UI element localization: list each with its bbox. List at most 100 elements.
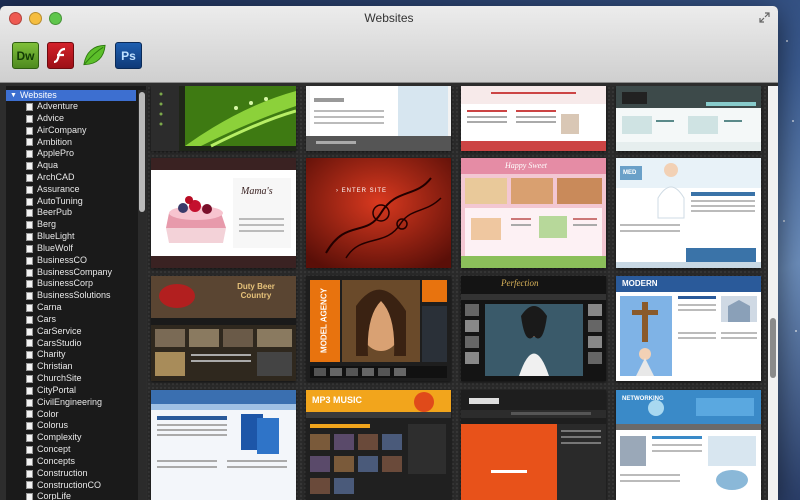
photoshop-button[interactable]: Ps xyxy=(115,42,142,69)
thumbnail-networking[interactable]: NETWORKING xyxy=(616,390,761,500)
sidebar-item-ambition[interactable]: Ambition xyxy=(6,136,136,148)
sidebar-item-label: Complexity xyxy=(37,432,82,443)
sidebar-item-label: CarsStudio xyxy=(37,337,82,348)
sidebar-item-christian[interactable]: Christian xyxy=(6,361,136,373)
file-icon xyxy=(26,173,33,182)
sidebar-item-advice[interactable]: Advice xyxy=(6,113,136,125)
sidebar-item-label: BusinessCO xyxy=(37,254,88,265)
content-scrollbar[interactable] xyxy=(768,86,778,500)
sidebar-item-bluewolf[interactable]: BlueWolf xyxy=(6,243,136,255)
sidebar-item-label: Advice xyxy=(37,112,65,123)
file-icon xyxy=(26,114,33,123)
disclosure-triangle-icon[interactable]: ▼ xyxy=(10,90,17,101)
sidebar-item-adventure[interactable]: Adventure xyxy=(6,101,136,113)
thumbnail-image xyxy=(461,390,606,500)
thumbnail-dark-perfection[interactable]: Perfection xyxy=(461,276,606,381)
sidebar-item-carna[interactable]: Carna xyxy=(6,302,136,314)
thumbnail-orange-dark[interactable] xyxy=(461,390,606,500)
sidebar-item-autotuning[interactable]: AutoTuning xyxy=(6,196,136,208)
thumbnail-duty-beer[interactable]: Duty Beer Country xyxy=(151,276,296,381)
thumbnail-model-agency[interactable]: MODEL AGENCY xyxy=(306,276,451,381)
sidebar-tree: ▼ Websites Adventure Advice AirCompany Ambi… xyxy=(6,90,136,500)
sidebar-item-businesscorp[interactable]: BusinessCorp xyxy=(6,278,136,290)
file-icon xyxy=(26,138,33,147)
file-icon xyxy=(26,280,33,289)
file-icon xyxy=(26,398,33,407)
sidebar-item-label: Concept xyxy=(37,444,71,455)
sidebar-item-cars[interactable]: Cars xyxy=(6,314,136,326)
sidebar-item-label: BusinessCompany xyxy=(37,266,113,277)
thumbnail-teal-corporate[interactable] xyxy=(616,86,761,151)
thumbnail-white-pink[interactable] xyxy=(461,86,606,151)
thumbnail-title-model: MODEL AGENCY xyxy=(319,288,329,353)
file-icon xyxy=(26,221,33,230)
sidebar-item-charity[interactable]: Charity xyxy=(6,349,136,361)
file-icon xyxy=(26,256,33,265)
sidebar-item-corplife[interactable]: CorpLife xyxy=(6,491,136,500)
sidebar-item-archcad[interactable]: ArchCAD xyxy=(6,172,136,184)
file-icon xyxy=(26,339,33,348)
sidebar-item-carservice[interactable]: CarService xyxy=(6,326,136,338)
file-icon xyxy=(26,445,33,454)
content-scroll-thumb[interactable] xyxy=(770,318,776,378)
file-icon xyxy=(26,374,33,383)
sidebar-item-businessco[interactable]: BusinessCO xyxy=(6,255,136,267)
sidebar-item-constructionco[interactable]: ConstructionCO xyxy=(6,480,136,492)
sidebar-item-label: ApplePro xyxy=(37,148,75,159)
sidebar-item-berg[interactable]: Berg xyxy=(6,219,136,231)
flash-button[interactable] xyxy=(47,42,74,69)
sidebar-item-carsstudio[interactable]: CarsStudio xyxy=(6,338,136,350)
file-icon xyxy=(26,315,33,324)
sidebar-item-aqua[interactable]: Aqua xyxy=(6,160,136,172)
thumbnail-medical-clinic[interactable]: MED xyxy=(616,158,761,268)
thumbnail-title-mp3: MP3 MUSIC xyxy=(312,395,363,405)
sidebar-item-construction[interactable]: Construction xyxy=(6,468,136,480)
thumbnail-nature-grass[interactable] xyxy=(151,86,296,151)
sidebar-item-label: Christian xyxy=(37,361,73,372)
sidebar-item-label: BlueWolf xyxy=(37,242,73,253)
thumbnail-image xyxy=(151,390,296,500)
thumbnail-bakery-shop[interactable]: Happy Sweet xyxy=(461,158,606,268)
sidebar-item-churchsite[interactable]: ChurchSite xyxy=(6,373,136,385)
file-icon xyxy=(26,150,33,159)
sidebar-item-label: Charity xyxy=(37,349,66,360)
thumbnail-gray-business[interactable] xyxy=(306,86,451,151)
sidebar-item-civilengineering[interactable]: CivilEngineering xyxy=(6,397,136,409)
file-icon xyxy=(26,233,33,242)
sidebar-item-concepts[interactable]: Concepts xyxy=(6,456,136,468)
dreamweaver-button[interactable]: Dw xyxy=(12,42,39,69)
sidebar-item-colorus[interactable]: Colorus xyxy=(6,420,136,432)
file-icon xyxy=(26,434,33,443)
leaf-app-button[interactable] xyxy=(82,42,107,67)
file-icon xyxy=(26,410,33,419)
sidebar-item-bluelight[interactable]: BlueLight xyxy=(6,231,136,243)
file-icon xyxy=(26,244,33,253)
sidebar-item-cityportal[interactable]: CityPortal xyxy=(6,385,136,397)
title-bar: Websites Dw Ps xyxy=(0,6,778,83)
sidebar-item-aircompany[interactable]: AirCompany xyxy=(6,125,136,137)
fullscreen-icon[interactable] xyxy=(759,12,770,23)
sidebar-item-label: CityPortal xyxy=(37,384,77,395)
thumbnail-title-mama: Mama's xyxy=(241,186,273,197)
file-icon xyxy=(26,162,33,171)
sidebar-item-concept[interactable]: Concept xyxy=(6,444,136,456)
sidebar-item-applepro[interactable]: ApplePro xyxy=(6,148,136,160)
sidebar-item-businesssolutions[interactable]: BusinessSolutions xyxy=(6,290,136,302)
thumbnail-mp3-music[interactable]: MP3 MUSIC xyxy=(306,390,451,500)
sidebar-item-businesscompany[interactable]: BusinessCompany xyxy=(6,267,136,279)
thumbnail-blue-software[interactable] xyxy=(151,390,296,500)
sidebar-scroll-thumb[interactable] xyxy=(139,92,145,212)
thumbnail-image xyxy=(306,86,451,151)
thumbnail-modern-church[interactable]: MODERN xyxy=(616,276,761,381)
flash-icon xyxy=(53,47,65,63)
sidebar-item-assurance[interactable]: Assurance xyxy=(6,184,136,196)
sidebar-scrollbar[interactable] xyxy=(138,90,146,500)
sidebar-item-color[interactable]: Color xyxy=(6,409,136,421)
tree-root-websites[interactable]: ▼ Websites xyxy=(6,90,136,101)
sidebar-item-beerpub[interactable]: BeerPub xyxy=(6,207,136,219)
thumbnail-dark-red-swirl[interactable]: › ENTER SITE xyxy=(306,158,451,268)
thumbnail-cake-mamas[interactable]: Mama's xyxy=(151,158,296,268)
sidebar: ▼ Websites Adventure Advice AirCompany Ambi… xyxy=(6,86,146,500)
sidebar-item-complexity[interactable]: Complexity xyxy=(6,432,136,444)
file-icon xyxy=(26,457,33,466)
